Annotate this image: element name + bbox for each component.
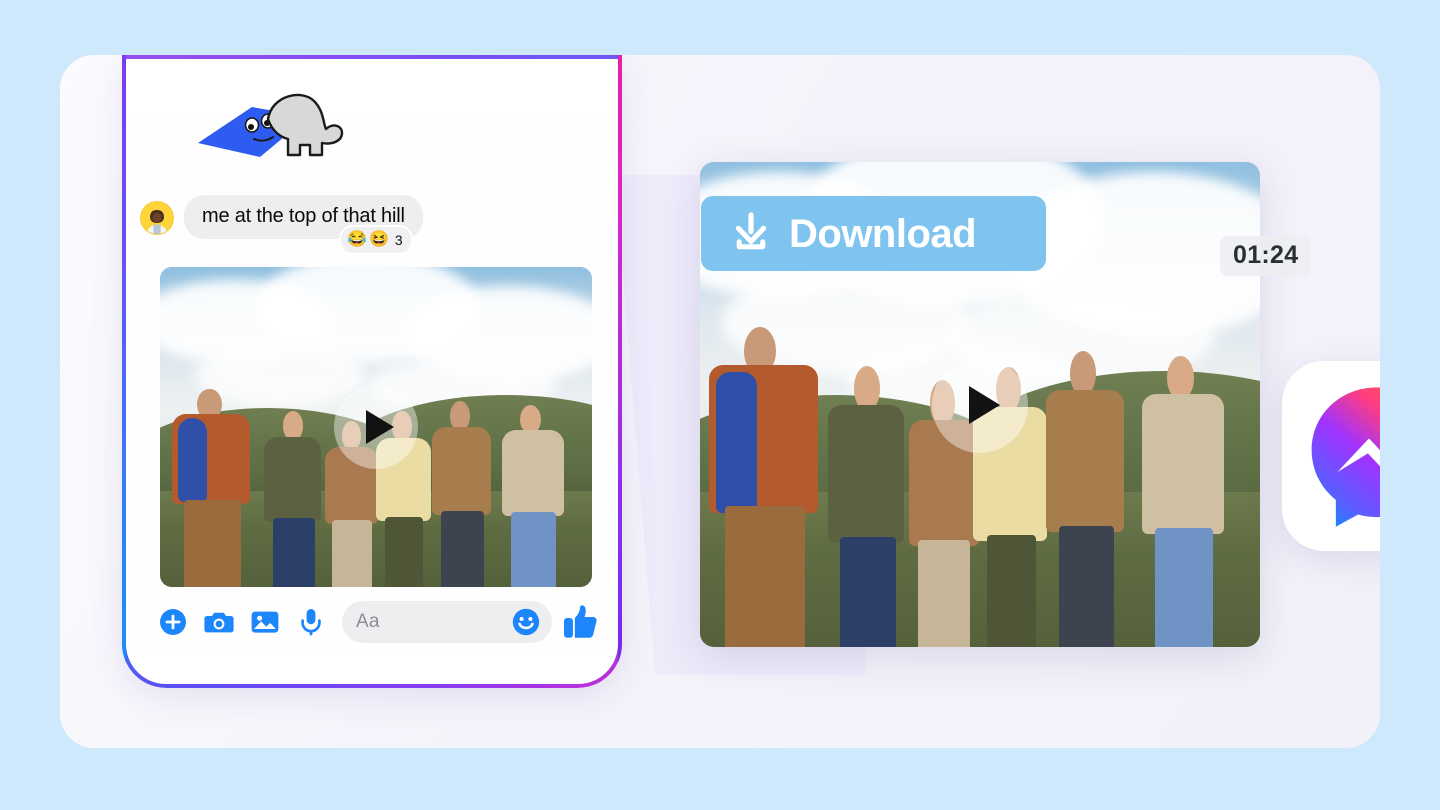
video-thumbnail[interactable]	[160, 267, 592, 587]
thumbs-up-icon[interactable]	[560, 602, 600, 642]
phone-mockup: me at the top of that hill 😂 😆 3 Aa	[122, 55, 622, 688]
phone-bezel-right	[618, 55, 622, 688]
message-reactions[interactable]: 😂 😆 3	[339, 225, 413, 255]
hiker	[1042, 351, 1137, 647]
hiker	[428, 401, 501, 587]
messenger-logo	[1282, 361, 1380, 551]
hiker	[706, 326, 835, 647]
play-button[interactable]	[334, 385, 418, 469]
play-triangle	[968, 385, 1000, 424]
image-icon[interactable]	[242, 600, 288, 644]
phone-bezel-left	[122, 55, 126, 688]
plus-icon[interactable]	[150, 600, 196, 644]
play-button[interactable]	[932, 356, 1028, 453]
download-button[interactable]: Download	[701, 196, 1046, 271]
hiker	[497, 404, 575, 587]
reaction-emoji-1: 😂	[347, 231, 367, 248]
message-row: me at the top of that hill 😂 😆 3	[140, 195, 423, 255]
download-icon	[729, 209, 773, 258]
video-duration-badge: 01:24	[1220, 236, 1312, 276]
screenshot-root: me at the top of that hill 😂 😆 3 Aa 01:2…	[0, 0, 1440, 810]
reaction-count: 3	[394, 232, 403, 248]
blob-sticker	[190, 83, 350, 171]
message-input-placeholder: Aa	[356, 611, 380, 632]
phone-screen: me at the top of that hill 😂 😆 3 Aa	[128, 55, 616, 682]
sender-avatar	[140, 201, 174, 235]
message-composer: Aa	[150, 600, 600, 644]
smiley-icon[interactable]	[512, 608, 540, 636]
play-triangle	[365, 410, 394, 444]
message-bubble-wrap: me at the top of that hill 😂 😆 3	[184, 195, 423, 255]
microphone-icon[interactable]	[288, 600, 334, 644]
content-card: me at the top of that hill 😂 😆 3 Aa 01:2…	[60, 55, 1380, 748]
camera-icon[interactable]	[196, 600, 242, 644]
message-input[interactable]: Aa	[342, 601, 552, 643]
download-button-label: Download	[789, 211, 977, 256]
hiker	[1137, 356, 1238, 647]
hiker	[169, 388, 264, 587]
reaction-emoji-2: 😆	[368, 231, 389, 248]
